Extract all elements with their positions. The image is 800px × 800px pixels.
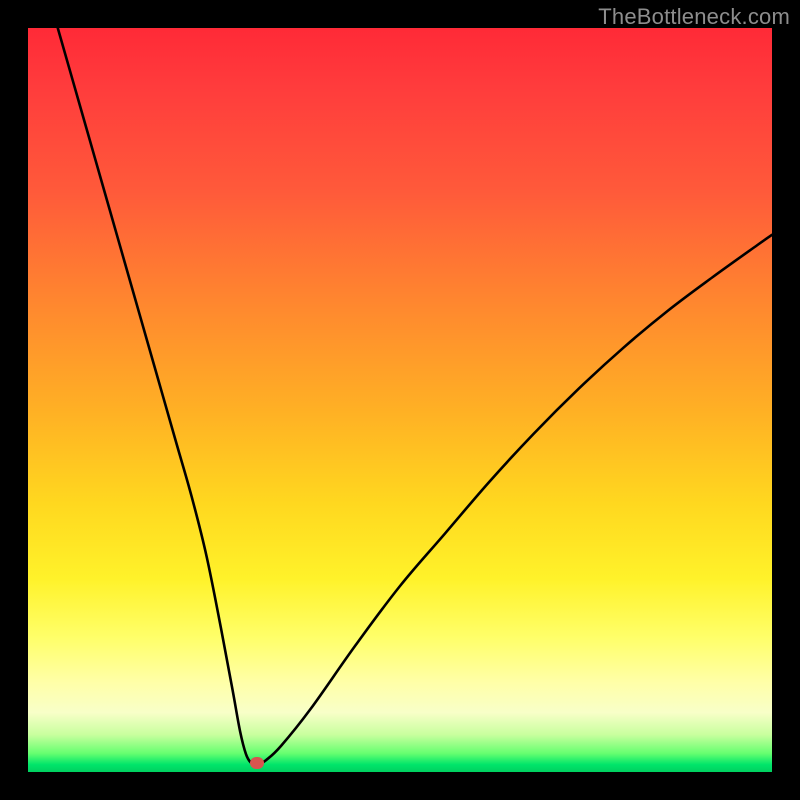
bottleneck-curve <box>28 28 772 772</box>
curve-path <box>58 28 772 765</box>
optimal-point-marker <box>250 757 264 769</box>
chart-frame: TheBottleneck.com <box>0 0 800 800</box>
plot-area <box>28 28 772 772</box>
watermark-text: TheBottleneck.com <box>598 4 790 30</box>
